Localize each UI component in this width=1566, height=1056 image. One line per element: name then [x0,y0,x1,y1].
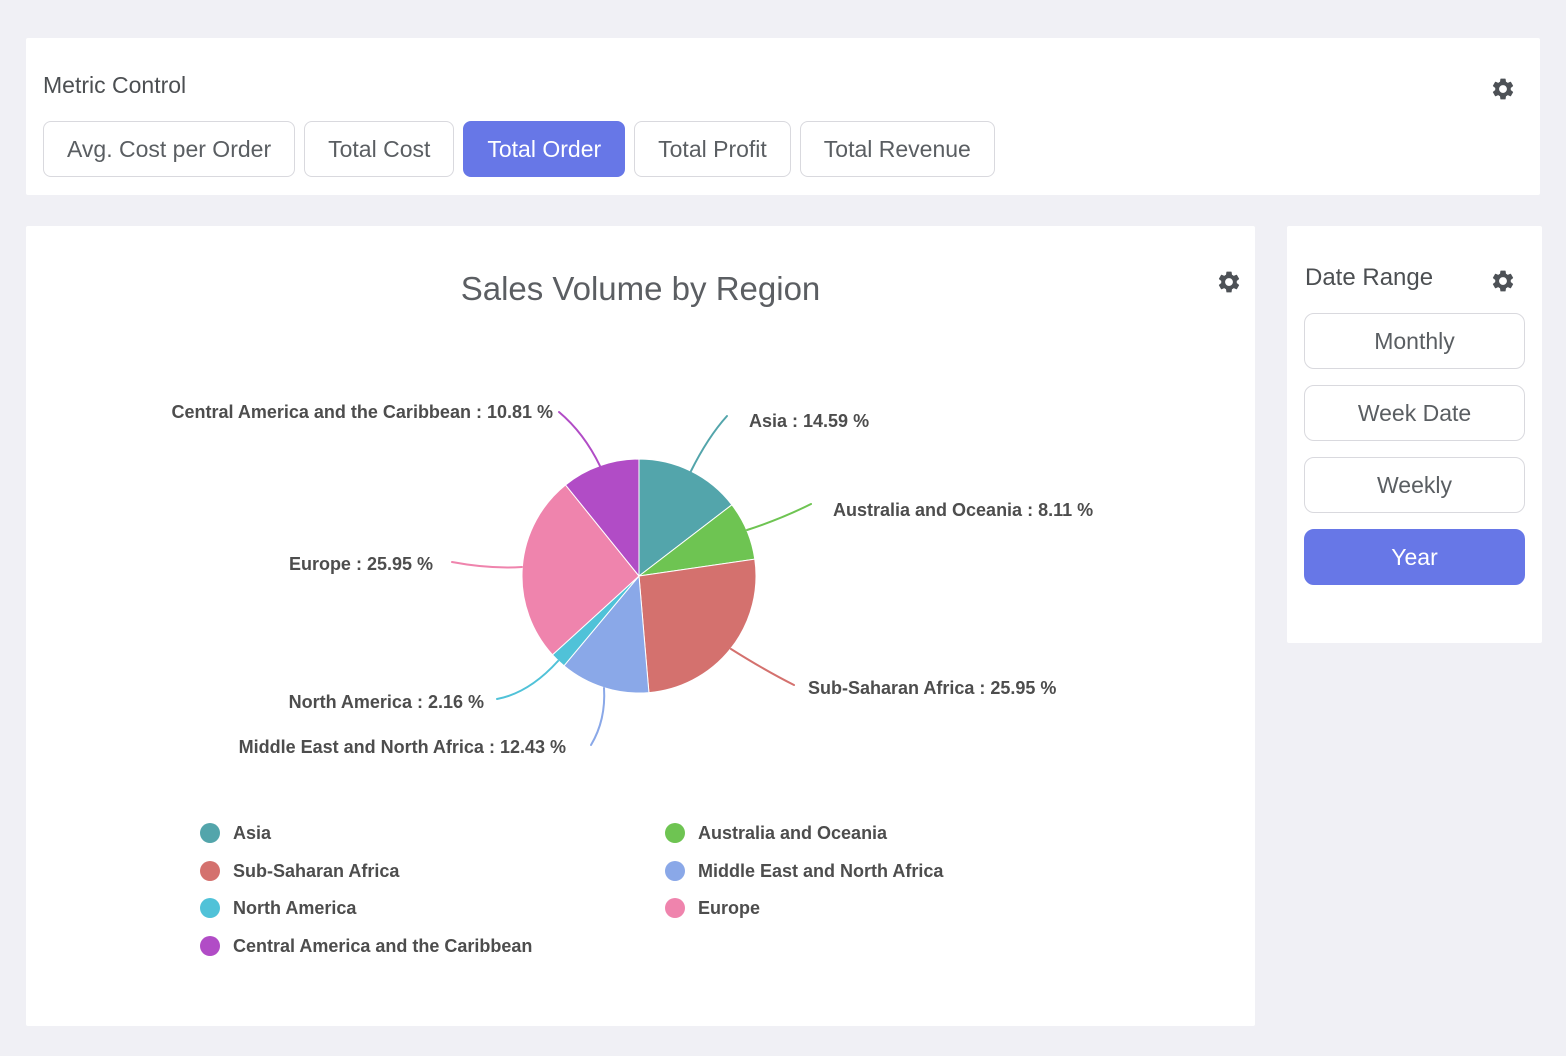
date-button-0[interactable]: Monthly [1304,313,1525,369]
legend-label: Europe [698,898,760,919]
metric-control-panel: Metric Control Avg. Cost per Order Total… [26,38,1540,195]
legend-dot-europe [665,898,685,918]
pie-label-europe: Europe : 25.95 % [289,553,433,575]
dashboard: { "app": { "background_color": "#f0f0f5"… [0,0,1566,1056]
metric-control-title: Metric Control [43,72,186,99]
pie-label-central-america: Central America and the Caribbean : 10.8… [172,401,553,423]
legend-item-middle-east-and-north-africa[interactable]: Middle East and North Africa [665,860,943,882]
pie-label-australia-and-oceania: Australia and Oceania : 8.11 % [833,499,1093,521]
legend-item-central-america[interactable]: Central America and the Caribbean [200,935,532,957]
leader-line-middle-east-and-north-africa [591,688,604,745]
legend-label: Central America and the Caribbean [233,936,532,957]
legend-item-asia[interactable]: Asia [200,822,271,844]
metric-button-group: Avg. Cost per Order Total Cost Total Ord… [43,121,995,177]
gear-icon-glyph [1490,76,1516,102]
legend-label: Sub-Saharan Africa [233,861,399,882]
legend-item-australia-and-oceania[interactable]: Australia and Oceania [665,822,887,844]
leader-line-europe [452,562,522,567]
legend-dot-central-america [200,936,220,956]
pie-label-asia: Asia : 14.59 % [749,410,869,432]
legend-dot-north-america [200,898,220,918]
pie-label-north-america: North America : 2.16 % [289,691,484,713]
pie-slices [522,459,756,693]
legend-item-europe[interactable]: Europe [665,897,760,919]
gear-icon-glyph [1490,268,1516,294]
legend-dot-middle-east-and-north-africa [665,861,685,881]
pie-slice-2[interactable] [639,559,756,692]
settings-gear-icon[interactable] [1490,76,1516,102]
leader-line-sub-saharan-africa [731,649,794,685]
leader-line-north-america [497,661,558,699]
legend-label: North America [233,898,356,919]
metric-button-1[interactable]: Total Cost [304,121,454,177]
metric-button-4[interactable]: Total Revenue [800,121,995,177]
metric-button-3[interactable]: Total Profit [634,121,791,177]
legend-dot-australia-and-oceania [665,823,685,843]
chart-panel: Sales Volume by Region Asia : 14.59 % Au… [26,226,1255,1026]
legend-item-north-america[interactable]: North America [200,897,356,919]
date-button-2[interactable]: Weekly [1304,457,1525,513]
date-range-panel: Date Range Monthly Week Date Weekly Year [1287,226,1542,643]
legend-label: Asia [233,823,271,844]
leader-line-central-america [559,412,600,466]
legend-label: Middle East and North Africa [698,861,943,882]
date-button-group: Monthly Week Date Weekly Year [1304,313,1525,585]
settings-gear-icon[interactable] [1490,268,1516,294]
legend-item-sub-saharan-africa[interactable]: Sub-Saharan Africa [200,860,399,882]
legend-label: Australia and Oceania [698,823,887,844]
pie-label-sub-saharan-africa: Sub-Saharan Africa : 25.95 % [808,677,1056,699]
leader-line-australia-and-oceania [747,504,811,530]
date-button-3[interactable]: Year [1304,529,1525,585]
date-button-1[interactable]: Week Date [1304,385,1525,441]
legend-dot-sub-saharan-africa [200,861,220,881]
legend-dot-asia [200,823,220,843]
pie-label-middle-east-and-north-africa: Middle East and North Africa : 12.43 % [239,736,566,758]
leader-line-asia [691,416,727,471]
metric-button-2[interactable]: Total Order [463,121,625,177]
metric-button-0[interactable]: Avg. Cost per Order [43,121,295,177]
date-range-title: Date Range [1305,264,1433,292]
